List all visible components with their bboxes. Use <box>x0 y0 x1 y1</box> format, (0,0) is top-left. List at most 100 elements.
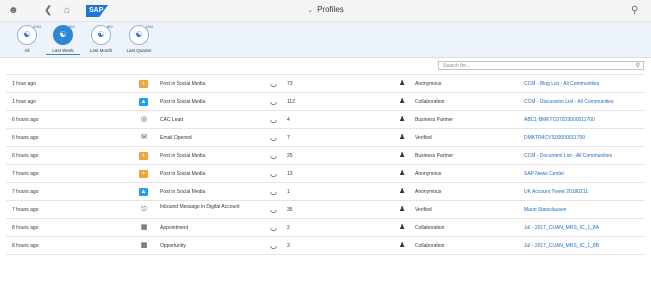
gauge-icon: ◡ <box>270 241 277 250</box>
channel-cell: Inbound Message in Digital Account <box>160 204 240 210</box>
score-cell: 73 <box>287 81 293 87</box>
verified-user-icon: ♟ <box>399 134 406 141</box>
score-cell: 35 <box>287 207 293 213</box>
time-cell: 6 hours ago <box>12 135 39 141</box>
page-title: Profiles <box>317 5 344 14</box>
time-cell: 1 hour ago <box>12 99 36 105</box>
rss-icon: ∻ <box>139 152 148 160</box>
time-cell: 8 hours ago <box>12 225 39 231</box>
profile-cell: Collaboration <box>415 99 445 105</box>
score-cell: 3 <box>287 243 290 249</box>
source-link[interactable]: Jul - 2017_CUAN_MRS_IC_1_8A <box>524 219 599 237</box>
source-link[interactable]: Mario Stanislausen <box>524 201 567 219</box>
search-input[interactable]: Search for... ⚲ <box>438 61 644 70</box>
shell-bar: ☻ ❮ ⌂ SAP ⌄ Profiles ⚲ <box>0 0 651 22</box>
twitter-icon: ▲ <box>139 188 148 196</box>
business-user-icon: ♟ <box>399 116 406 123</box>
time-cell: 7 hours ago <box>12 189 39 195</box>
channel-cell: CAC Lead <box>160 117 184 123</box>
filter-header: ☯ 20M All ☯ 6M Last Week ☯ 8M Last Month… <box>0 22 651 58</box>
table-row[interactable]: 1 hour ago ▲ Post in Social Media ◡ 112 ♟ Coll… <box>6 93 645 111</box>
score-cell: 4 <box>287 117 290 123</box>
filter-label: Last Week <box>46 48 80 55</box>
collaboration-user-icon: ♟ <box>399 224 406 231</box>
anonymous-user-icon: ♟ <box>399 80 406 87</box>
source-link[interactable]: DMKTR4CVS00000011700 <box>524 129 585 147</box>
score-cell: 1 <box>287 189 290 195</box>
email-icon: ✉ <box>141 134 147 141</box>
filter-count: 13M <box>145 24 153 29</box>
channel-cell: Opportunity <box>160 243 186 249</box>
gauge-icon: ◡ <box>270 205 277 214</box>
table-row[interactable]: 6 hours ago ◎ CAC Lead ◡ 4 ♟ Business Partner A… <box>6 111 645 129</box>
gauge-icon: ◡ <box>270 133 277 142</box>
gauge-icon: ◡ <box>270 79 277 88</box>
appointment-icon: ▦ <box>140 224 148 231</box>
filter-count: 20M <box>33 24 41 29</box>
filter-count: 8M <box>107 24 113 29</box>
collaboration-user-icon: ♟ <box>399 98 406 105</box>
filter-tile-last-month[interactable]: ☯ 8M Last Month <box>84 24 118 53</box>
channel-cell: Post in Social Media <box>160 171 206 177</box>
profile-cell: Collaboration <box>415 225 445 231</box>
profile-cell: Anonymous <box>415 81 442 87</box>
source-link[interactable]: CCM - Discussion List - All Communities <box>524 93 613 111</box>
table-row[interactable]: 7 hours ago ⎋ Inbound Message in Digital A… <box>6 201 645 219</box>
source-link[interactable]: UK Account Tweet 20180211 <box>524 183 588 201</box>
gauge-icon: ◡ <box>270 187 277 196</box>
score-cell: 25 <box>287 153 293 159</box>
gauge-icon: ◡ <box>270 151 277 160</box>
profile-cell: Verified <box>415 135 432 141</box>
filter-tile-last-quarter[interactable]: ☯ 13M Last Quarter <box>122 24 156 53</box>
table-row[interactable]: 8 hours ago ▦ Appointment ◡ 2 ♟ Collaboration J… <box>6 219 645 237</box>
rss-icon: ∻ <box>139 80 148 88</box>
verified-user-icon: ♟ <box>399 206 406 213</box>
inbound-icon: ⎋ <box>141 206 147 213</box>
time-cell: 7 hours ago <box>12 207 39 213</box>
source-link[interactable]: Jul - 2017_CUAN_MRS_IC_1_8B <box>524 237 599 255</box>
profile-cell: Collaboration <box>415 243 445 249</box>
filter-label: All <box>24 48 30 53</box>
time-cell: 7 hours ago <box>12 171 39 177</box>
time-cell: 8 hours ago <box>12 243 39 249</box>
source-link[interactable]: CCM - Document List - All Communities <box>524 147 612 165</box>
anonymous-user-icon: ♟ <box>399 188 406 195</box>
table-row[interactable]: 6 hours ago ∻ Post in Social Media ◡ 25 ♟ Busi… <box>6 147 645 165</box>
search-placeholder: Search for... <box>443 63 470 69</box>
table-row[interactable]: 7 hours ago ▲ Post in Social Media ◡ 1 ♟ Anony… <box>6 183 645 201</box>
table-row[interactable]: 7 hours ago ∻ Post in Social Media ◡ 13 ♟ Anon… <box>6 165 645 183</box>
profile-cell: Business Partner <box>415 153 454 159</box>
lead-icon: ◎ <box>140 116 148 123</box>
channel-cell: Post in Social Media <box>160 153 206 159</box>
profile-cell: Anonymous <box>415 171 442 177</box>
table-row[interactable]: 6 hours ago ✉ Email Opened ◡ 7 ♟ Verified DMKTR… <box>6 129 645 147</box>
table-row[interactable]: 8 hours ago ▩ Opportunity ◡ 3 ♟ Collaboration J… <box>6 237 645 255</box>
time-cell: 6 hours ago <box>12 117 39 123</box>
filter-tile-last-week[interactable]: ☯ 6M Last Week <box>46 24 80 55</box>
table-row[interactable]: 1 hour ago ∻ Post in Social Media ◡ 73 ♟ Anony… <box>6 75 645 93</box>
filter-label: Last Quarter <box>126 48 152 53</box>
source-link[interactable]: ABC1-BMKTC07029500011700 <box>524 111 595 129</box>
twitter-icon: ▲ <box>139 98 148 106</box>
gauge-icon: ◡ <box>270 223 277 232</box>
channel-cell: Post in Social Media <box>160 99 206 105</box>
page-title-menu[interactable]: ⌄ Profiles <box>0 5 651 14</box>
source-link[interactable]: CCM - Blog List - All Communities <box>524 75 599 93</box>
profile-cell: Verified <box>415 207 432 213</box>
business-user-icon: ♟ <box>399 152 406 159</box>
channel-cell: Appointment <box>160 225 189 231</box>
source-link[interactable]: SAP News Center <box>524 165 564 183</box>
filter-tile-all[interactable]: ☯ 20M All <box>10 24 44 53</box>
score-cell: 2 <box>287 225 290 231</box>
profile-cell: Business Partner <box>415 117 454 123</box>
filter-count: 6M <box>69 24 75 29</box>
collaboration-user-icon: ♟ <box>399 242 406 249</box>
time-cell: 1 hour ago <box>12 81 36 87</box>
search-icon[interactable]: ⚲ <box>636 62 640 69</box>
interactions-table: 1 hour ago ∻ Post in Social Media ◡ 73 ♟ Anony… <box>6 74 645 255</box>
search-icon[interactable]: ⚲ <box>631 5 638 17</box>
channel-cell: Post in Social Media <box>160 189 206 195</box>
gauge-icon: ◡ <box>270 169 277 178</box>
gauge-icon: ◡ <box>270 115 277 124</box>
filter-label: Last Month <box>89 48 113 53</box>
